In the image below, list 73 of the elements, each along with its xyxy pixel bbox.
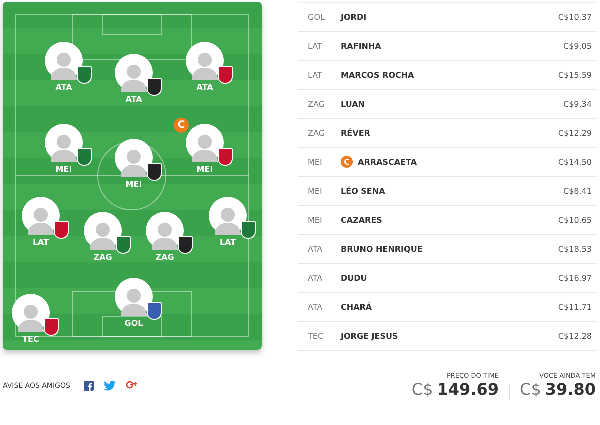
player-price: C$16.97 xyxy=(558,274,592,282)
player-price: C$8.41 xyxy=(564,186,592,196)
currency-symbol: C$ xyxy=(412,380,434,399)
position-label: ATA xyxy=(308,244,324,254)
player-row[interactable]: TEC JORGE JESUS C$12.28 xyxy=(298,322,597,351)
player-avatar[interactable] xyxy=(115,278,153,316)
player-name: RÉVER xyxy=(341,128,370,138)
position-label: TEC xyxy=(308,332,325,340)
player-row[interactable]: ATA CHARÁ C$11.71 xyxy=(298,293,597,322)
position-label: ATA xyxy=(196,83,214,92)
captain-badge: C xyxy=(174,118,189,133)
currency-symbol: C$ xyxy=(520,380,542,399)
player-price: C$12.29 xyxy=(558,128,592,138)
position-label: ATA xyxy=(56,83,72,92)
player-row[interactable]: ZAG LUAN C$9.34 xyxy=(298,90,597,119)
player-name: JORDI xyxy=(341,12,367,22)
position-label: LAT xyxy=(308,42,324,50)
player-name: BRUNO HENRIQUE xyxy=(341,244,423,254)
player-name: CAZARES xyxy=(341,216,382,224)
player-name: LÉO SENA xyxy=(341,186,386,196)
position-label: TEC xyxy=(22,335,40,344)
position-label: MEI xyxy=(126,180,142,189)
position-label: MEI xyxy=(56,165,72,174)
position-label: ZAG xyxy=(94,253,112,262)
facebook-icon[interactable] xyxy=(84,380,94,390)
position-label: ATA xyxy=(308,302,324,312)
player-price: C$12.28 xyxy=(558,332,592,340)
total-value: 39.80 xyxy=(545,380,596,399)
position-label: ZAG xyxy=(308,128,326,138)
player-price: C$14.50 xyxy=(558,158,592,166)
player-price: C$9.34 xyxy=(564,100,592,108)
player-name: RAFINHA xyxy=(341,42,382,50)
player-row[interactable]: MEI LÉO SENA C$8.41 xyxy=(298,177,597,206)
player-price: C$15.59 xyxy=(558,70,592,80)
position-label: GOL xyxy=(308,12,326,22)
player-name: DUDU xyxy=(341,274,368,282)
position-label: LAT xyxy=(32,238,50,247)
player-name: JORGE JESUS xyxy=(341,332,398,340)
position-label: ATA xyxy=(308,274,324,282)
player-avatar[interactable] xyxy=(115,139,153,177)
position-label: MEI xyxy=(308,158,324,166)
player-name: CHARÁ xyxy=(341,302,372,312)
position-label: MEI xyxy=(196,165,214,174)
player-avatar[interactable] xyxy=(146,212,184,250)
player-row[interactable]: ATA DUDU C$16.97 xyxy=(298,264,597,293)
player-price: C$10.65 xyxy=(558,216,592,224)
player-price: C$11.71 xyxy=(558,302,592,312)
position-label: ATA xyxy=(126,95,142,104)
position-label: MEI xyxy=(308,216,324,224)
position-label: LAT xyxy=(220,238,236,247)
captain-badge: C xyxy=(341,156,353,168)
player-row[interactable]: LAT RAFINHA C$9.05 xyxy=(298,32,597,61)
player-row[interactable]: ATA BRUNO HENRIQUE C$18.53 xyxy=(298,235,597,264)
player-row[interactable]: GOL JORDI C$10.37 xyxy=(298,3,597,32)
position-label: GOL xyxy=(124,319,144,328)
player-price: C$9.05 xyxy=(564,42,592,50)
player-name: LUAN xyxy=(341,100,365,108)
player-avatar[interactable] xyxy=(115,54,153,92)
position-label: ZAG xyxy=(308,100,326,108)
total-value: 149.69 xyxy=(437,380,500,399)
position-label: ZAG xyxy=(156,253,174,262)
player-row[interactable]: MEI CAZARES C$10.65 xyxy=(298,206,597,235)
google-plus-icon[interactable] xyxy=(126,380,138,391)
position-label: MEI xyxy=(308,186,324,196)
player-row[interactable]: ZAG RÉVER C$12.29 xyxy=(298,119,597,148)
player-row[interactable]: MEI C ARRASCAETA C$14.50 xyxy=(298,148,597,177)
player-name: ARRASCAETA xyxy=(358,158,418,166)
player-price: C$10.37 xyxy=(558,12,592,22)
player-row[interactable]: LAT MARCOS ROCHA C$15.59 xyxy=(298,61,597,90)
twitter-icon[interactable] xyxy=(104,380,116,390)
player-name: MARCOS ROCHA xyxy=(341,70,414,80)
player-price: C$18.53 xyxy=(558,244,592,254)
position-label: LAT xyxy=(308,70,324,80)
